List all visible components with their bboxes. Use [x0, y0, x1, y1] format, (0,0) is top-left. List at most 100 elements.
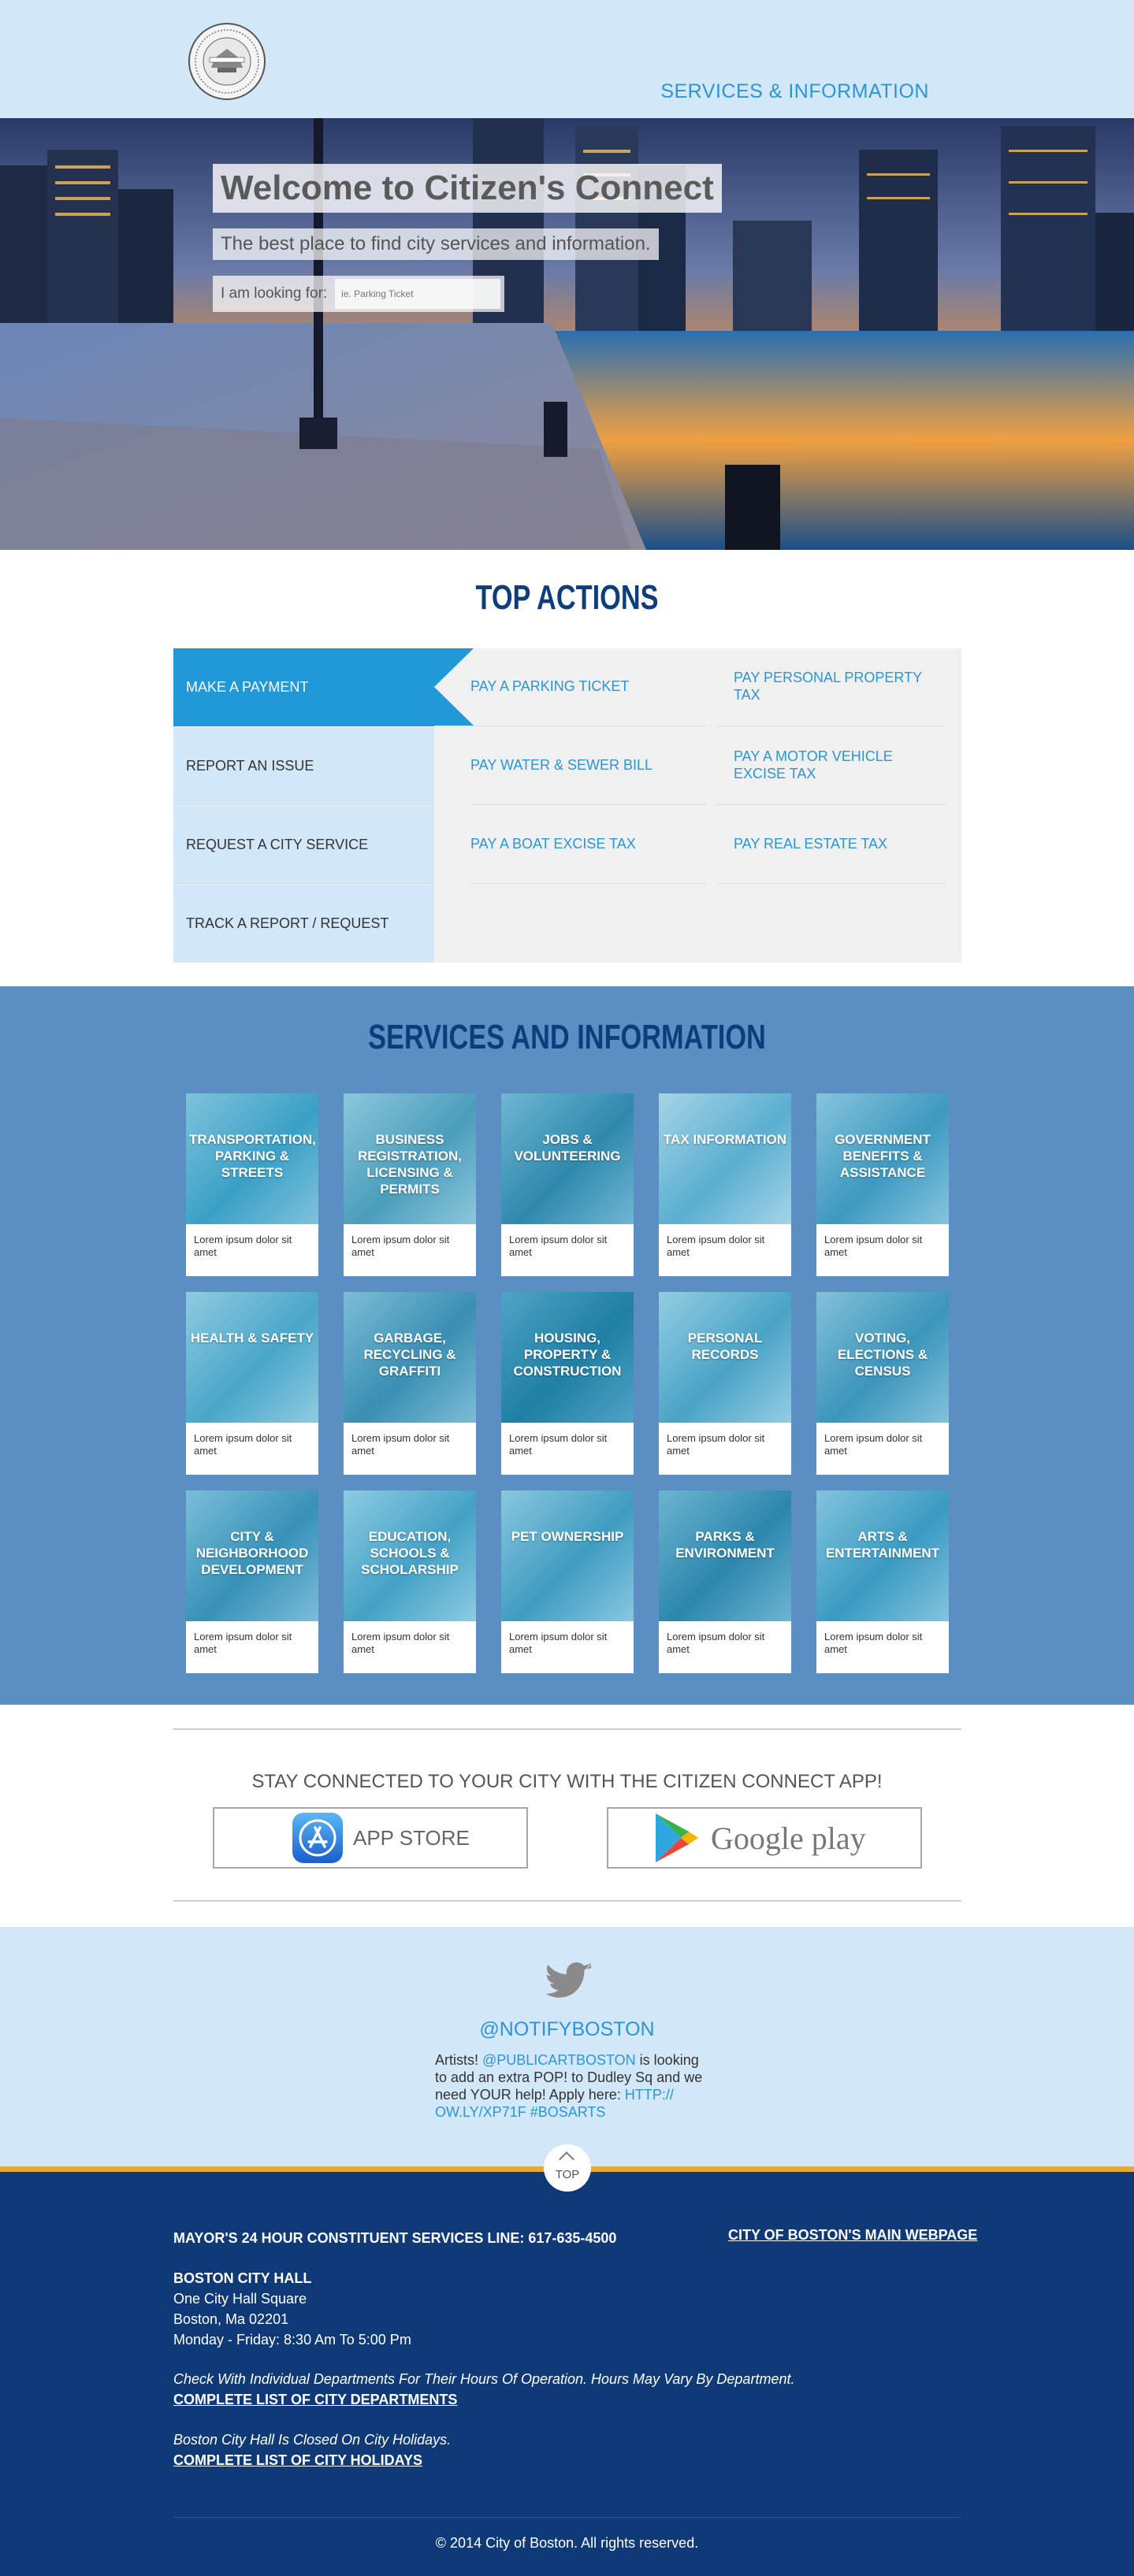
city-seal-icon[interactable] — [188, 22, 266, 101]
service-tile-description: Lorem ipsum dolor sit amet — [667, 1631, 765, 1655]
menu-make-payment[interactable]: MAKE A PAYMENT — [173, 648, 434, 726]
service-tile-name: HOUSING, PROPERTY & CONSTRUCTION — [513, 1331, 622, 1379]
services-section: SERVICES AND INFORMATION TRANSPORTATION,… — [0, 986, 1134, 1705]
service-tile[interactable]: EDUCATION, SCHOOLS & SCHOLARSHIP Lorem ip… — [344, 1490, 476, 1673]
service-tile-image: PARKS & ENVIRONMENT — [659, 1490, 791, 1621]
service-tile-description: Lorem ipsum dolor sit amet — [194, 1432, 292, 1457]
service-tile-image: EDUCATION, SCHOOLS & SCHOLARSHIP — [344, 1490, 476, 1621]
link-pay-real-estate-tax[interactable]: PAY REAL ESTATE TAX — [734, 835, 970, 852]
city-hall-address-1: One City Hall Square — [173, 2291, 307, 2307]
divider — [717, 883, 946, 884]
service-tile-image: GOVERNMENT BENEFITS & ASSISTANCE — [816, 1093, 949, 1224]
hero-title: Welcome to Citizen's Connect — [221, 169, 714, 207]
service-tile-description: Lorem ipsum dolor sit amet — [194, 1631, 292, 1655]
service-tile-name: ARTS & ENTERTAINMENT — [825, 1529, 940, 1561]
departments-link[interactable]: COMPLETE LIST OF CITY DEPARTMENTS — [173, 2389, 457, 2410]
twitter-handle-link[interactable]: @NOTIFYBOSTON — [0, 2018, 1134, 2041]
service-tile[interactable]: GOVERNMENT BENEFITS & ASSISTANCE Lorem ip… — [816, 1093, 949, 1276]
service-tile[interactable]: PARKS & ENVIRONMENT Lorem ipsum dolor sit… — [659, 1490, 791, 1673]
service-tile-name: VOTING, ELECTIONS & CENSUS — [837, 1331, 928, 1379]
service-tile[interactable]: PERSONAL RECORDS Lorem ipsum dolor sit am… — [659, 1292, 791, 1475]
service-tile-name: GOVERNMENT BENEFITS & ASSISTANCE — [835, 1132, 931, 1180]
divider — [470, 883, 707, 884]
service-tile-description: Lorem ipsum dolor sit amet — [824, 1432, 923, 1457]
google-play-button[interactable]: Google play — [607, 1807, 922, 1869]
app-store-label: APP STORE — [353, 1825, 470, 1850]
holidays-note: Boston City Hall Is Closed On City Holid… — [173, 2432, 452, 2448]
search-input[interactable] — [335, 279, 501, 309]
twitter-bird-icon[interactable] — [544, 1960, 593, 1999]
service-tile[interactable]: TAX INFORMATION Lorem ipsum dolor sit ame… — [659, 1093, 791, 1276]
service-tile-name: TAX INFORMATION — [663, 1132, 787, 1147]
google-play-icon — [653, 1812, 700, 1864]
service-tile-description: Lorem ipsum dolor sit amet — [824, 1234, 923, 1258]
service-tile-image: PERSONAL RECORDS — [659, 1292, 791, 1423]
back-to-top-button[interactable]: TOP — [544, 2144, 591, 2192]
link-pay-boat-excise-tax[interactable]: PAY A BOAT EXCISE TAX — [470, 835, 707, 852]
site-header: SERVICES & INFORMATION — [0, 0, 1134, 118]
tweet-text: Artists! @PUBLICARTBOSTON is looking to … — [435, 2051, 703, 2121]
hero-search-bar: I am looking for: — [213, 276, 504, 312]
service-tile-description: Lorem ipsum dolor sit amet — [509, 1432, 608, 1457]
service-tile-description: Lorem ipsum dolor sit amet — [667, 1432, 765, 1457]
service-tile[interactable]: TRANSPORTATION, PARKING & STREETS Lorem i… — [186, 1093, 318, 1276]
service-tile-name: EDUCATION, SCHOOLS & SCHOLARSHIP — [361, 1529, 459, 1577]
top-label: TOP — [555, 2168, 580, 2181]
copyright: © 2014 City of Boston. All rights reserv… — [435, 2535, 699, 2551]
holidays-link[interactable]: COMPLETE LIST OF CITY HOLIDAYS — [173, 2450, 422, 2470]
service-tile[interactable]: HEALTH & SAFETY Lorem ipsum dolor sit ame… — [186, 1292, 318, 1475]
google-play-label: Google play — [711, 1820, 866, 1856]
service-tile[interactable]: HOUSING, PROPERTY & CONSTRUCTION Lorem ip… — [501, 1292, 634, 1475]
hero-subtitle: The best place to find city services and… — [221, 233, 651, 254]
chevron-up-icon — [559, 2151, 574, 2167]
link-pay-motor-vehicle-excise-tax[interactable]: PAY A MOTOR VEHICLE EXCISE TAX — [734, 748, 915, 782]
service-tile[interactable]: JOBS & VOLUNTEERING Lorem ipsum dolor sit… — [501, 1093, 634, 1276]
service-tile[interactable]: GARBAGE, RECYCLING & GRAFFITI Lorem ipsum… — [344, 1292, 476, 1475]
menu-report-issue[interactable]: REPORT AN ISSUE — [173, 727, 434, 805]
services-title: SERVICES AND INFORMATION — [368, 1018, 766, 1056]
top-actions-panel: MAKE A PAYMENT REPORT AN ISSUE REQUEST A… — [173, 648, 961, 963]
link-pay-parking-ticket[interactable]: PAY A PARKING TICKET — [470, 677, 707, 695]
service-tile-image: PET OWNERSHIP — [501, 1490, 634, 1621]
service-tile-description: Lorem ipsum dolor sit amet — [509, 1234, 608, 1258]
service-tile[interactable]: BUSINESS REGISTRATION, LICENSING & PERMI… — [344, 1093, 476, 1276]
service-tile-name: TRANSPORTATION, PARKING & STREETS — [189, 1132, 316, 1180]
app-store-icon — [292, 1812, 344, 1864]
active-menu-arrow — [434, 648, 474, 726]
top-actions-title: TOP ACTIONS — [475, 578, 659, 617]
service-tile-name: BUSINESS REGISTRATION, LICENSING & PERMI… — [358, 1132, 462, 1197]
menu-request-city-service[interactable]: REQUEST A CITY SERVICE — [173, 806, 434, 884]
service-tile[interactable]: CITY & NEIGHBORHOOD DEVELOPMENT Lorem ips… — [186, 1490, 318, 1673]
divider — [173, 1900, 961, 1902]
service-tile[interactable]: VOTING, ELECTIONS & CENSUS Lorem ipsum do… — [816, 1292, 949, 1475]
hero-banner: Welcome to Citizen's Connect The best pl… — [0, 118, 1134, 550]
service-tile-name: PARKS & ENVIRONMENT — [675, 1529, 775, 1561]
tweet-mention-link[interactable]: @PUBLICARTBOSTON — [482, 2052, 636, 2068]
nav-services-information[interactable]: SERVICES & INFORMATION — [660, 80, 929, 103]
hero-title-box: Welcome to Citizen's Connect — [213, 164, 722, 213]
service-tile-description: Lorem ipsum dolor sit amet — [824, 1631, 923, 1655]
hero-subtitle-box: The best place to find city services and… — [213, 228, 659, 260]
service-tile-image: CITY & NEIGHBORHOOD DEVELOPMENT — [186, 1490, 318, 1621]
tweet-text-start: Artists! — [435, 2052, 483, 2068]
main-webpage-link[interactable]: CITY OF BOSTON'S MAIN WEBPAGE — [728, 2225, 977, 2245]
service-tile-image: TRANSPORTATION, PARKING & STREETS — [186, 1093, 318, 1224]
service-tile[interactable]: ARTS & ENTERTAINMENT Lorem ipsum dolor si… — [816, 1490, 949, 1673]
service-tile-name: PET OWNERSHIP — [511, 1529, 624, 1544]
service-tile-image: VOTING, ELECTIONS & CENSUS — [816, 1292, 949, 1423]
app-store-button[interactable]: APP STORE — [213, 1807, 528, 1869]
top-actions-menu: MAKE A PAYMENT REPORT AN ISSUE REQUEST A… — [173, 648, 434, 963]
link-pay-water-sewer-bill[interactable]: PAY WATER & SEWER BILL — [470, 756, 707, 774]
apps-title: STAY CONNECTED TO YOUR CITY WITH THE CIT… — [251, 1771, 883, 1792]
city-hall-address-2: Boston, Ma 02201 — [173, 2311, 289, 2327]
divider — [173, 1728, 961, 1730]
service-tile-image: JOBS & VOLUNTEERING — [501, 1093, 634, 1224]
link-pay-personal-property-tax[interactable]: PAY PERSONAL PROPERTY TAX — [734, 669, 931, 703]
service-tile-description: Lorem ipsum dolor sit amet — [351, 1631, 450, 1655]
service-tile-image: TAX INFORMATION — [659, 1093, 791, 1224]
service-tile[interactable]: PET OWNERSHIP Lorem ipsum dolor sit amet — [501, 1490, 634, 1673]
divider — [173, 2517, 961, 2518]
menu-track-report[interactable]: TRACK A REPORT / REQUEST — [173, 885, 434, 963]
service-tile-description: Lorem ipsum dolor sit amet — [667, 1234, 765, 1258]
service-tile-name: PERSONAL RECORDS — [687, 1331, 763, 1362]
